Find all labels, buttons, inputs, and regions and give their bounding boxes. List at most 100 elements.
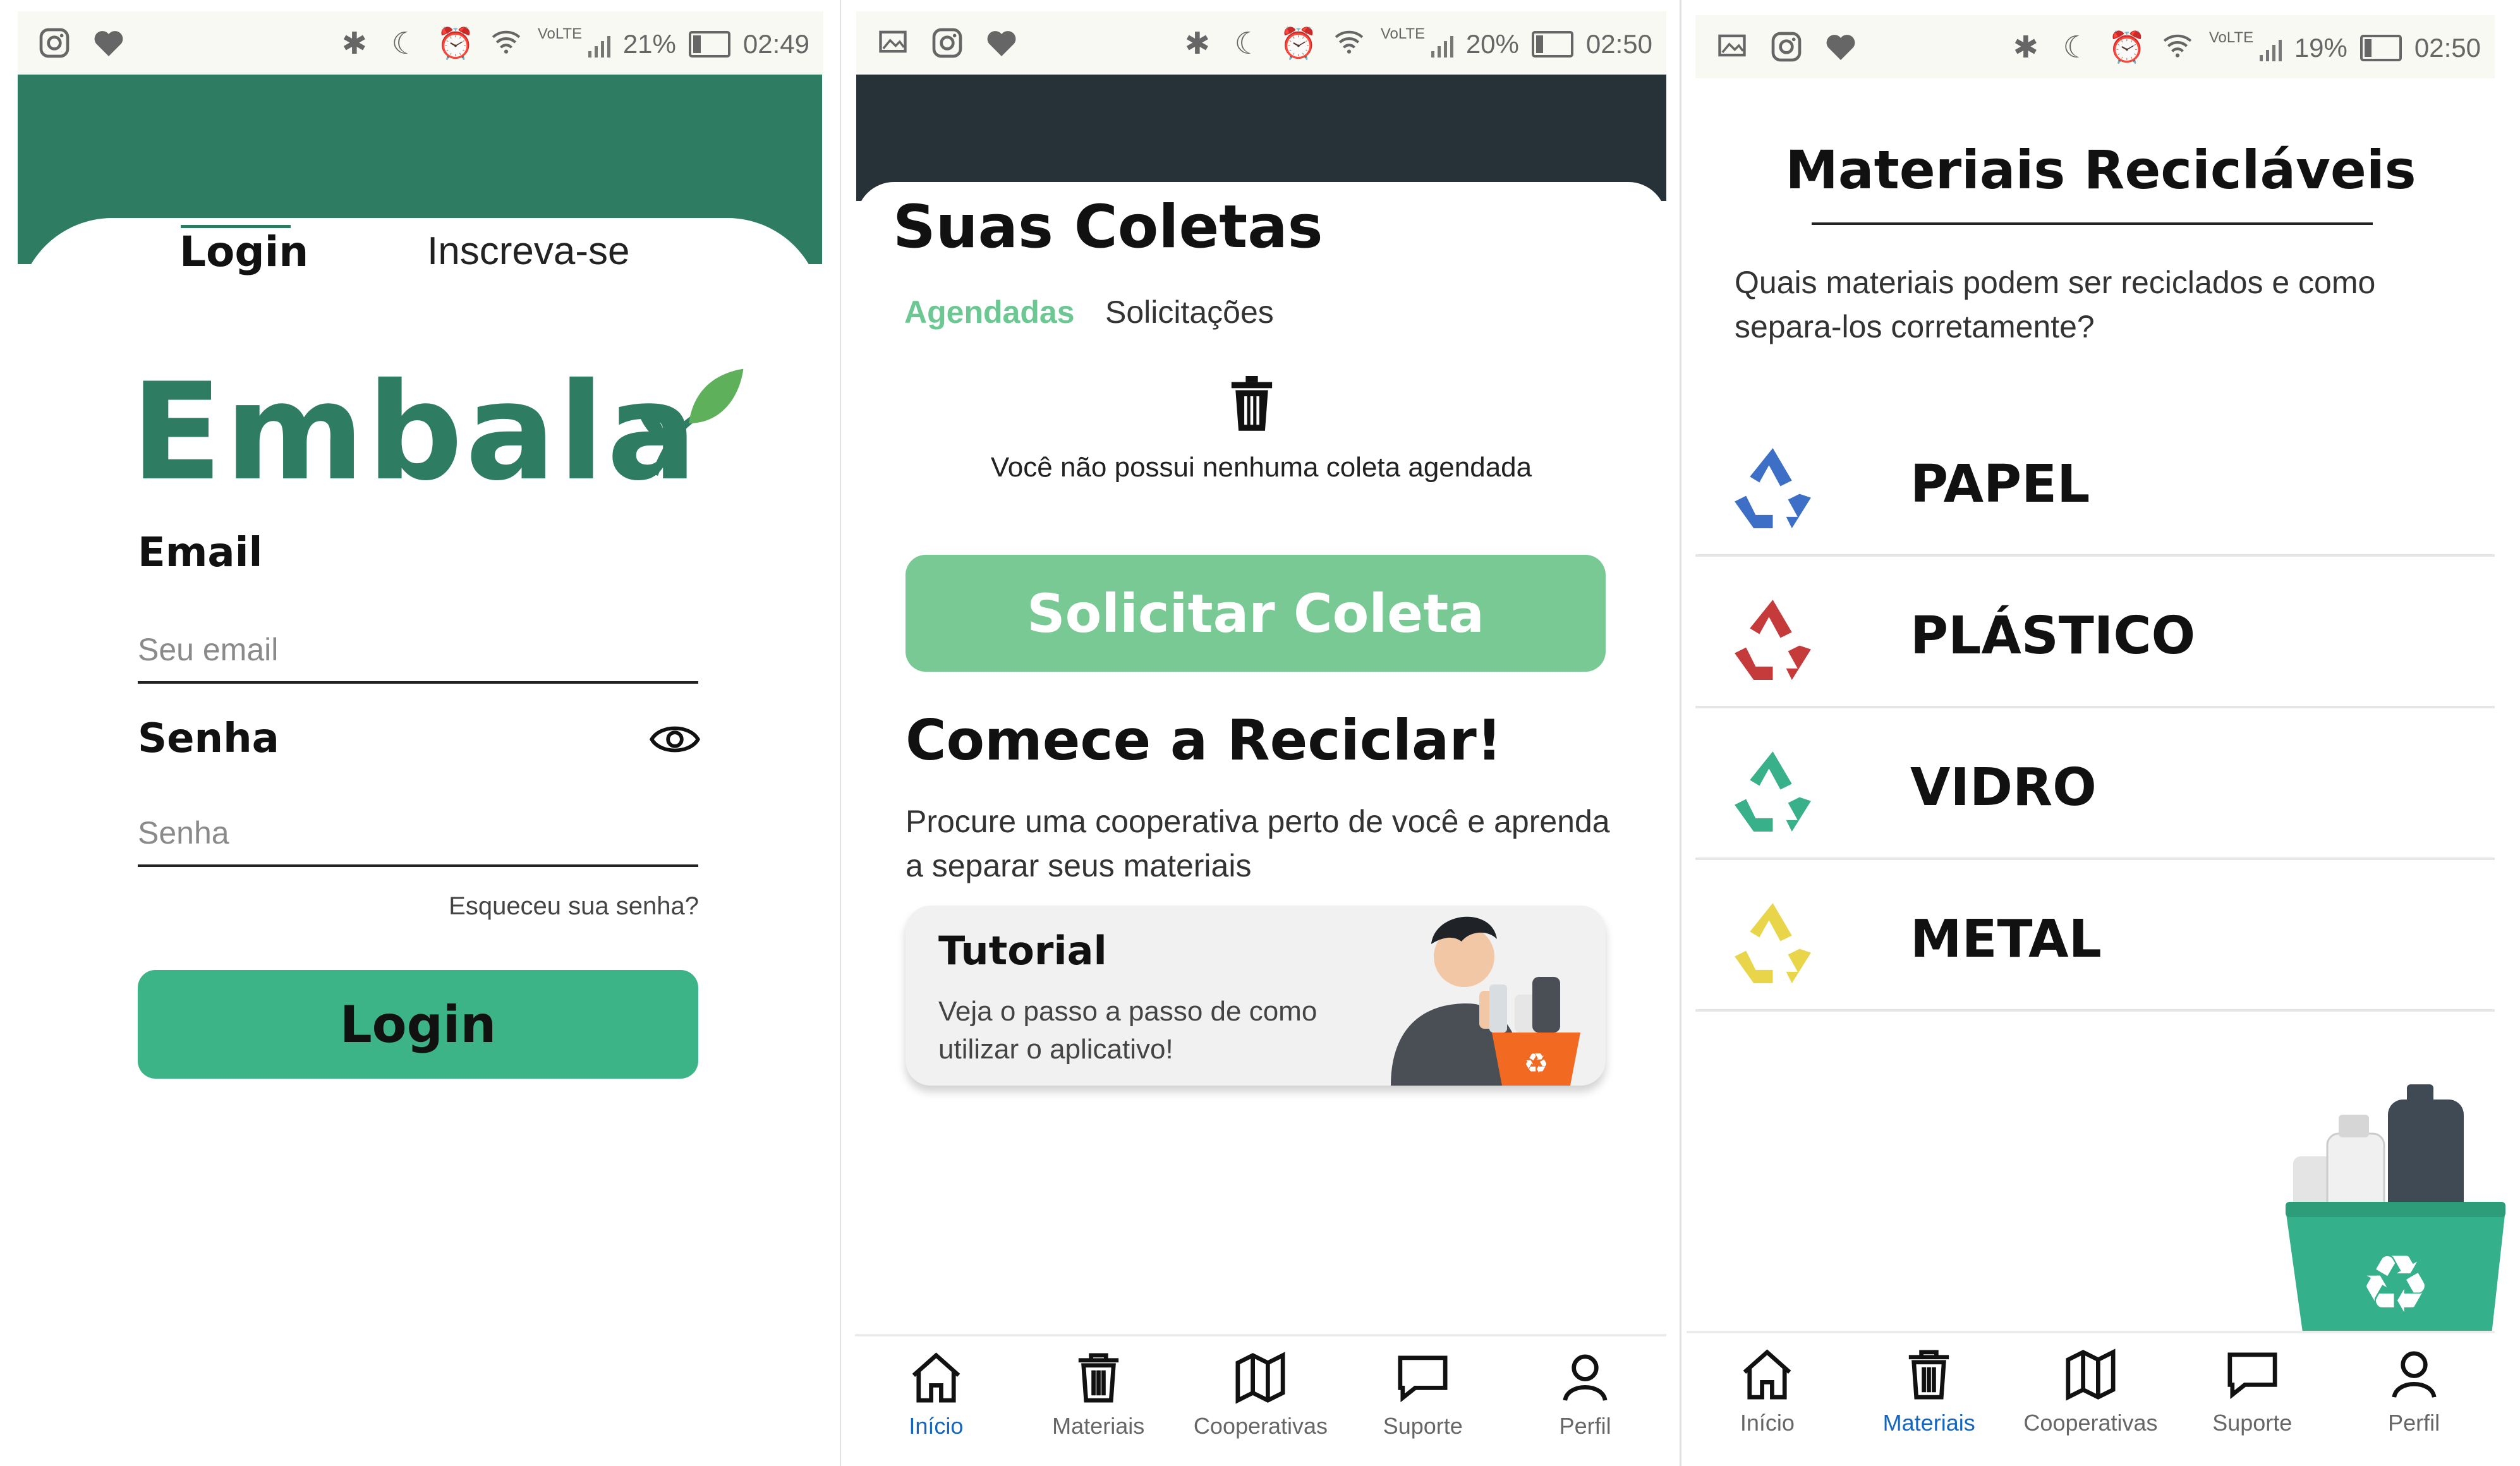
- material-item-plastic[interactable]: PLÁSTICO: [1695, 554, 2495, 708]
- nav-label: Início: [909, 1413, 964, 1439]
- instagram-icon: [35, 25, 73, 63]
- status-bar: ✱ ☾ ⏰ VoLTE 21% 02:49: [18, 11, 823, 75]
- bottom-navigation: Início Materiais Cooperativas Suporte Pe…: [855, 1334, 1666, 1466]
- forgot-password-link[interactable]: Esqueceu sua senha?: [449, 892, 699, 921]
- signal-icon: [2259, 35, 2282, 61]
- material-label: METAL: [1910, 909, 2102, 969]
- svg-text:♻: ♻: [2360, 1238, 2432, 1331]
- login-button[interactable]: Login: [138, 970, 698, 1079]
- nav-label: Início: [1740, 1410, 1795, 1436]
- instagram-icon: [1767, 29, 1805, 67]
- nav-cooperatives[interactable]: Cooperativas: [1180, 1336, 1342, 1466]
- trash-icon: [1231, 376, 1273, 431]
- gallery-icon: [874, 25, 912, 63]
- material-item-metal[interactable]: METAL: [1695, 857, 2495, 1012]
- status-bar: ✱ ☾ ⏰ VoLTE 19% 02:50: [1695, 15, 2495, 78]
- alarm-icon: ⏰: [2107, 31, 2146, 64]
- section-description: Procure uma cooperativa perto de você e …: [906, 804, 1610, 883]
- nav-label: Cooperativas: [2023, 1410, 2158, 1436]
- tab-login[interactable]: Login: [179, 227, 308, 276]
- nav-home[interactable]: Início: [1687, 1333, 1848, 1466]
- nav-profile[interactable]: Perfil: [1504, 1336, 1666, 1466]
- map-icon: [1235, 1352, 1285, 1404]
- clock: 02:50: [2414, 33, 2481, 63]
- trash-icon: [1909, 1350, 1949, 1400]
- tab-scheduled[interactable]: Agendadas: [904, 294, 1075, 330]
- wifi-icon: [487, 25, 525, 63]
- chat-icon: [2227, 1352, 2277, 1400]
- clock: 02:49: [742, 29, 809, 59]
- home-icon: [912, 1352, 960, 1403]
- tab-requests[interactable]: Solicitações: [1105, 294, 1274, 330]
- wifi-icon: [2159, 29, 2196, 67]
- material-item-paper[interactable]: PAPEL: [1695, 403, 2495, 557]
- nav-label: Cooperativas: [1193, 1413, 1328, 1439]
- nav-home[interactable]: Início: [855, 1336, 1017, 1466]
- tutorial-card[interactable]: Tutorial Veja o passo a passo de como ut…: [906, 906, 1606, 1086]
- gallery-icon: [1713, 29, 1751, 67]
- bluetooth-icon: ✱: [2013, 31, 2038, 64]
- map-icon: [2066, 1348, 2116, 1401]
- battery-percent: 21%: [622, 29, 676, 59]
- home-icon: [1743, 1349, 1791, 1400]
- moon-icon: ☾: [1234, 27, 1262, 61]
- login-screen: ✱ ☾ ⏰ VoLTE 21% 02:49 Login Inscreva-se …: [0, 0, 841, 1466]
- heart-icon: [1822, 29, 1860, 67]
- nav-cooperatives[interactable]: Cooperativas: [2010, 1333, 2172, 1466]
- request-collection-button[interactable]: Solicitar Coleta: [906, 555, 1606, 672]
- moon-icon: ☾: [391, 27, 419, 61]
- clock: 02:50: [1585, 29, 1652, 59]
- title-underline: [1812, 222, 2373, 225]
- heart-icon: [983, 25, 1021, 63]
- recycling-bin-illustration: ♻: [2286, 1084, 2505, 1346]
- tab-register[interactable]: Inscreva-se: [427, 229, 629, 274]
- page-title: Materiais Recicláveis: [1785, 139, 2416, 201]
- volte-icon: VoLTE: [2208, 29, 2254, 46]
- tutorial-title: Tutorial: [938, 928, 1107, 974]
- nav-support[interactable]: Suporte: [1342, 1336, 1504, 1466]
- email-label: Email: [138, 530, 263, 576]
- battery-percent: 19%: [2294, 33, 2347, 63]
- user-icon: [1563, 1354, 1608, 1402]
- material-item-glass[interactable]: VIDRO: [1695, 706, 2495, 860]
- show-password-icon[interactable]: [650, 720, 700, 758]
- alarm-icon: ⏰: [436, 27, 475, 61]
- chat-icon: [1398, 1355, 1448, 1403]
- svg-text:♻: ♻: [1524, 1048, 1548, 1080]
- collections-screen: ✱ ☾ ⏰ VoLTE 20% 02:50 Suas Coletas Agend…: [841, 0, 1681, 1466]
- bluetooth-icon: ✱: [1184, 27, 1210, 61]
- nav-support[interactable]: Suporte: [2171, 1333, 2333, 1466]
- nav-label: Suporte: [1383, 1413, 1463, 1439]
- moon-icon: ☾: [2063, 31, 2090, 64]
- status-bar: ✱ ☾ ⏰ VoLTE 20% 02:50: [856, 11, 1666, 75]
- material-label: PLÁSTICO: [1910, 606, 2196, 666]
- password-field[interactable]: [138, 801, 698, 867]
- tutorial-description: Veja o passo a passo de como utilizar o …: [938, 996, 1318, 1065]
- volte-icon: VoLTE: [537, 25, 583, 42]
- nav-materials[interactable]: Materiais: [1017, 1336, 1180, 1466]
- app-logo: Embala: [131, 354, 700, 510]
- recycle-icon: [1735, 600, 1811, 680]
- volte-icon: VoLTE: [1380, 25, 1426, 42]
- materials-screen: ✱ ☾ ⏰ VoLTE 19% 02:50 Materiais Recicláv…: [1681, 0, 2520, 1466]
- recycle-icon: [1735, 751, 1811, 832]
- nav-materials[interactable]: Materiais: [1848, 1333, 2010, 1466]
- empty-state-message: Você não possui nenhuma coleta agendada: [990, 452, 1532, 483]
- material-label: PAPEL: [1910, 454, 2090, 514]
- user-icon: [2392, 1351, 2437, 1398]
- battery-icon: [688, 31, 730, 58]
- battery-percent: 20%: [1465, 29, 1519, 59]
- email-field[interactable]: [138, 618, 698, 684]
- page-description: Quais materiais podem ser reciclados e c…: [1735, 265, 2376, 344]
- wifi-icon: [1330, 25, 1368, 63]
- nav-label: Materiais: [1052, 1413, 1145, 1439]
- password-label: Senha: [138, 715, 279, 762]
- nav-label: Materiais: [1882, 1410, 1975, 1436]
- bottom-navigation: Início Materiais Cooperativas Suporte Pe…: [1687, 1331, 2495, 1466]
- signal-icon: [1431, 31, 1453, 58]
- nav-profile[interactable]: Perfil: [2333, 1333, 2495, 1466]
- battery-icon: [2359, 35, 2402, 61]
- recycle-icon: [1735, 903, 1811, 983]
- nav-label: Perfil: [2388, 1410, 2440, 1436]
- section-heading: Comece a Reciclar!: [906, 708, 1502, 773]
